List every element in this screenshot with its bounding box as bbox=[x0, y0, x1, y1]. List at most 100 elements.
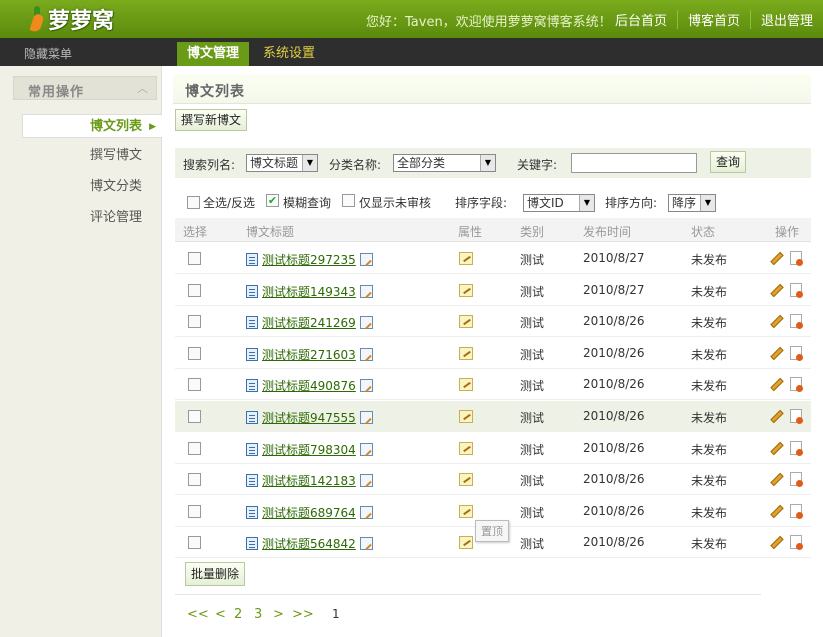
sidebar-item-post-list[interactable]: 博文列表 ▶ bbox=[22, 114, 162, 138]
batch-delete-button[interactable]: 批量删除 bbox=[185, 562, 246, 586]
category-select[interactable]: 全部分类 ▼ bbox=[393, 154, 496, 172]
page-title: 博文列表 bbox=[185, 84, 245, 100]
delete-icon[interactable] bbox=[790, 409, 803, 424]
sidebar-item-write-post[interactable]: 撰写博文 bbox=[22, 144, 162, 168]
post-title-link[interactable]: 测试标题798304 bbox=[262, 443, 356, 457]
blog-home-link[interactable]: 博客首页 bbox=[676, 9, 750, 29]
sidebar-heading[interactable]: 常用操作 ︿ bbox=[13, 76, 157, 100]
quick-edit-icon[interactable] bbox=[359, 474, 373, 488]
quick-edit-icon[interactable] bbox=[359, 442, 373, 456]
post-title-link[interactable]: 测试标题564842 bbox=[262, 537, 356, 551]
quick-edit-icon[interactable] bbox=[359, 316, 373, 330]
pin-icon[interactable] bbox=[459, 504, 473, 518]
post-title-link[interactable]: 测试标题297235 bbox=[262, 253, 356, 267]
pin-icon[interactable] bbox=[459, 283, 473, 297]
pin-icon[interactable] bbox=[459, 441, 473, 455]
row-select-checkbox[interactable] bbox=[188, 315, 201, 329]
post-title-link[interactable]: 测试标题947555 bbox=[262, 411, 356, 425]
last-page-link[interactable]: >> bbox=[292, 607, 314, 622]
row-select-checkbox[interactable] bbox=[188, 252, 201, 265]
row-select-checkbox[interactable] bbox=[188, 410, 201, 423]
welcome-text: 您好：Taven，欢迎使用萝萝窝博客系统！ bbox=[366, 15, 612, 30]
sidebar-item-categories[interactable]: 博文分类 bbox=[22, 175, 162, 199]
delete-icon[interactable] bbox=[790, 535, 803, 551]
delete-icon[interactable] bbox=[790, 282, 803, 298]
edit-icon[interactable] bbox=[769, 251, 782, 264]
delete-icon[interactable] bbox=[790, 345, 803, 361]
dropdown-arrow-icon: ▼ bbox=[579, 195, 594, 211]
delete-icon[interactable] bbox=[790, 472, 803, 488]
row-select-checkbox[interactable] bbox=[188, 378, 201, 392]
quick-edit-icon[interactable] bbox=[359, 379, 373, 393]
tab-system-settings[interactable]: 系统设置 bbox=[263, 42, 315, 66]
pin-icon[interactable] bbox=[459, 473, 473, 487]
post-title-link[interactable]: 测试标题271603 bbox=[262, 348, 356, 362]
hide-menu-link[interactable]: 隐藏菜单 bbox=[24, 45, 72, 62]
sort-direction-select[interactable]: 降序 ▼ bbox=[668, 194, 716, 212]
row-select-checkbox[interactable] bbox=[188, 441, 201, 455]
edit-icon[interactable] bbox=[769, 283, 782, 296]
next-page-link[interactable]: > bbox=[273, 607, 284, 622]
logout-link[interactable]: 退出管理 bbox=[749, 9, 823, 29]
first-page-link[interactable]: << bbox=[187, 607, 209, 622]
delete-icon[interactable] bbox=[790, 440, 803, 456]
search-column-select[interactable]: 博文标题 ▼ bbox=[246, 154, 318, 172]
post-title-link[interactable]: 测试标题149343 bbox=[262, 285, 356, 299]
post-title-link[interactable]: 测试标题490876 bbox=[262, 379, 356, 393]
edit-icon[interactable] bbox=[769, 314, 782, 327]
quick-edit-icon[interactable] bbox=[359, 505, 373, 519]
delete-icon[interactable] bbox=[790, 503, 803, 519]
edit-icon[interactable] bbox=[769, 504, 782, 517]
pin-icon[interactable] bbox=[459, 378, 473, 392]
sidebar-item-label: 评论管理 bbox=[89, 210, 142, 225]
pin-icon[interactable] bbox=[459, 410, 473, 423]
row-select-checkbox[interactable] bbox=[188, 346, 201, 360]
quick-edit-icon[interactable] bbox=[359, 284, 373, 298]
post-title-link[interactable]: 测试标题241269 bbox=[262, 316, 356, 330]
unreviewed-checkbox[interactable] bbox=[342, 194, 355, 207]
pin-icon[interactable] bbox=[459, 315, 473, 329]
edit-icon[interactable] bbox=[769, 535, 782, 548]
collapse-icon[interactable]: ︿ bbox=[137, 80, 148, 96]
column-header: 操作 bbox=[775, 225, 800, 239]
delete-icon[interactable] bbox=[790, 251, 803, 266]
sub-nav-bar: 隐藏菜单 博文管理 系统设置 bbox=[0, 38, 823, 66]
delete-icon[interactable] bbox=[790, 314, 803, 330]
page-link-3[interactable]: 3 bbox=[254, 607, 262, 622]
prev-page-link[interactable]: < bbox=[215, 607, 226, 622]
fuzzy-query-checkbox[interactable]: ✔ bbox=[266, 194, 279, 207]
sort-field-select[interactable]: 博文ID ▼ bbox=[523, 194, 595, 212]
quick-edit-icon[interactable] bbox=[359, 347, 373, 361]
row-select-checkbox[interactable] bbox=[188, 504, 201, 518]
admin-home-link[interactable]: 后台首页 bbox=[605, 10, 677, 29]
sidebar-item-comments[interactable]: 评论管理 bbox=[22, 206, 162, 230]
post-title-link[interactable]: 测试标题689764 bbox=[262, 506, 356, 520]
post-title-cell: 测试标题689764 bbox=[246, 504, 373, 521]
edit-icon[interactable] bbox=[769, 346, 782, 359]
edit-icon[interactable] bbox=[769, 441, 782, 454]
select-all-checkbox[interactable] bbox=[187, 196, 200, 209]
pin-icon[interactable] bbox=[459, 536, 473, 550]
row-select-checkbox[interactable] bbox=[188, 536, 201, 550]
pin-icon[interactable] bbox=[459, 346, 473, 360]
query-button[interactable]: 查询 bbox=[710, 151, 747, 173]
edit-icon[interactable] bbox=[769, 472, 782, 485]
row-select-checkbox[interactable] bbox=[188, 473, 201, 487]
tab-post-management[interactable]: 博文管理 bbox=[177, 42, 250, 66]
document-icon bbox=[246, 379, 258, 393]
quick-edit-icon[interactable] bbox=[359, 253, 373, 266]
keyword-input[interactable] bbox=[571, 153, 697, 173]
edit-icon[interactable] bbox=[769, 409, 782, 422]
post-title-link[interactable]: 测试标题142183 bbox=[262, 474, 356, 488]
row-select-checkbox[interactable] bbox=[188, 283, 201, 297]
delete-icon[interactable] bbox=[790, 377, 803, 393]
column-header: 发布时间 bbox=[583, 225, 632, 239]
quick-edit-icon[interactable] bbox=[359, 411, 373, 424]
pin-icon[interactable] bbox=[459, 252, 473, 265]
quick-edit-icon[interactable] bbox=[359, 537, 373, 551]
category-cell: 测试 bbox=[520, 442, 545, 457]
new-post-button[interactable]: 撰写新博文 bbox=[175, 109, 248, 131]
page-link-2[interactable]: 2 bbox=[234, 607, 242, 622]
edit-icon[interactable] bbox=[769, 377, 782, 390]
date-cell: 2010/8/26 bbox=[583, 314, 645, 329]
